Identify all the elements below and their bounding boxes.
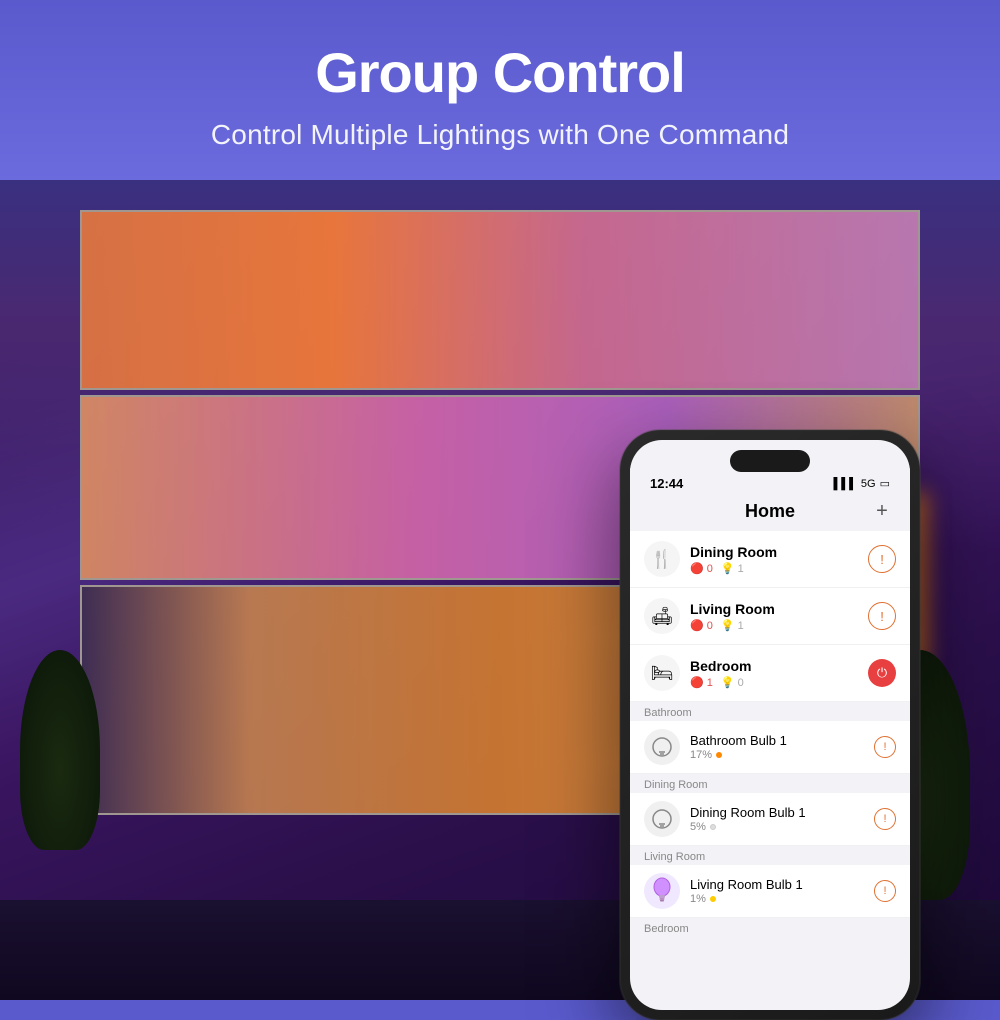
network-label: 5G bbox=[861, 478, 876, 490]
phone-outer: 12:44 ▌▌▌ 5G ▭ Home + bbox=[620, 430, 920, 1020]
bathroom-bulb-name: Bathroom Bulb 1 bbox=[690, 733, 874, 748]
phone-inner: 12:44 ▌▌▌ 5G ▭ Home + bbox=[630, 440, 910, 1010]
dining-info: Dining Room 🔴 0 💡 1 bbox=[690, 544, 868, 575]
bathroom-bulb-info: Bathroom Bulb 1 17% bbox=[690, 733, 874, 761]
battery-icon: ▭ bbox=[880, 477, 890, 490]
bathroom-dot bbox=[716, 752, 722, 758]
header-spacer bbox=[646, 499, 670, 523]
dynamic-island bbox=[730, 450, 810, 472]
bathroom-bulb-alert[interactable]: ! bbox=[874, 736, 896, 758]
living-pct: 1% bbox=[690, 893, 706, 905]
living-bulb-name: Living Room Bulb 1 bbox=[690, 877, 874, 892]
bulb-svg-2 bbox=[651, 808, 673, 830]
dining-dot bbox=[710, 824, 716, 830]
bedroom-name: Bedroom bbox=[690, 658, 868, 674]
floor-top bbox=[80, 210, 920, 390]
dining-bulb-alert[interactable]: ! bbox=[874, 808, 896, 830]
room-item-living[interactable]: 🛋 Living Room 🔴 0 💡 1 ! bbox=[630, 588, 910, 645]
living-info: Living Room 🔴 0 💡 1 bbox=[690, 601, 868, 632]
dining-bulb-status: 5% bbox=[690, 821, 874, 833]
section-dining-devices: Dining Room Dining Room Bulb 1 bbox=[630, 774, 910, 846]
bulb-svg bbox=[651, 736, 673, 758]
bedroom-info: Bedroom 🔴 1 💡 0 bbox=[690, 658, 868, 689]
living-alert[interactable]: ! bbox=[868, 602, 896, 630]
room-item-bedroom[interactable]: 🛏 Bedroom 🔴 1 💡 0 ⏻ bbox=[630, 645, 910, 702]
dining-bulb-name: Dining Room Bulb 1 bbox=[690, 805, 874, 820]
bathroom-pct: 17% bbox=[690, 749, 712, 761]
section-bathroom: Bathroom Bathroom Bulb 1 bbox=[630, 702, 910, 774]
dining-icon: 🍴 bbox=[644, 541, 680, 577]
dining-online: 💡 1 bbox=[721, 562, 744, 575]
bathroom-bulb-status: 17% bbox=[690, 749, 874, 761]
dining-bulb-icon bbox=[644, 801, 680, 837]
dining-name: Dining Room bbox=[690, 544, 868, 560]
living-dot bbox=[710, 896, 716, 902]
phone-wrapper: 12:44 ▌▌▌ 5G ▭ Home + bbox=[620, 430, 920, 1020]
main-title: Group Control bbox=[20, 40, 980, 105]
hero-container: Group Control Control Multiple Lightings… bbox=[0, 0, 1000, 1000]
living-bulb-status: 1% bbox=[690, 893, 874, 905]
living-device-label: Living Room bbox=[630, 846, 910, 865]
living-offline: 🔴 0 bbox=[690, 619, 713, 632]
bedroom-power[interactable]: ⏻ bbox=[868, 659, 896, 687]
section-living-devices: Living Room Livi bbox=[630, 846, 910, 918]
room-item-dining[interactable]: 🍴 Dining Room 🔴 0 💡 1 ! bbox=[630, 531, 910, 588]
tree-left bbox=[20, 650, 100, 850]
living-bulb-icon bbox=[644, 873, 680, 909]
dining-offline: 🔴 0 bbox=[690, 562, 713, 575]
device-living-bulb1[interactable]: Living Room Bulb 1 1% ! bbox=[630, 865, 910, 918]
app-header-title: Home bbox=[670, 501, 870, 522]
status-time: 12:44 bbox=[650, 476, 683, 491]
bedroom-device-label: Bedroom bbox=[630, 918, 910, 937]
bathroom-bulb-icon bbox=[644, 729, 680, 765]
status-icons: ▌▌▌ 5G ▭ bbox=[834, 477, 890, 490]
living-devices: 🔴 0 💡 1 bbox=[690, 619, 868, 632]
living-online: 💡 1 bbox=[721, 619, 744, 632]
app-header: Home + bbox=[630, 495, 910, 531]
app-scroll: 🍴 Dining Room 🔴 0 💡 1 ! bbox=[630, 531, 910, 1010]
section-bedroom-devices: Bedroom bbox=[630, 918, 910, 937]
rooms-section: 🍴 Dining Room 🔴 0 💡 1 ! bbox=[630, 531, 910, 702]
bathroom-label: Bathroom bbox=[630, 702, 910, 721]
signal-icon: ▌▌▌ bbox=[834, 478, 857, 490]
device-dining-bulb1[interactable]: Dining Room Bulb 1 5% ! bbox=[630, 793, 910, 846]
dining-device-label: Dining Room bbox=[630, 774, 910, 793]
status-bar: 12:44 ▌▌▌ 5G ▭ bbox=[630, 468, 910, 495]
header-section: Group Control Control Multiple Lightings… bbox=[0, 0, 1000, 171]
bulb-svg-3 bbox=[651, 877, 673, 905]
dining-pct: 5% bbox=[690, 821, 706, 833]
living-bulb-alert[interactable]: ! bbox=[874, 880, 896, 902]
dining-devices: 🔴 0 💡 1 bbox=[690, 562, 868, 575]
dining-bulb-info: Dining Room Bulb 1 5% bbox=[690, 805, 874, 833]
dining-alert[interactable]: ! bbox=[868, 545, 896, 573]
bedroom-devices: 🔴 1 💡 0 bbox=[690, 676, 868, 689]
bedroom-icon: 🛏 bbox=[644, 655, 680, 691]
bedroom-offline: 🔴 1 bbox=[690, 676, 713, 689]
living-icon: 🛋 bbox=[644, 598, 680, 634]
bedroom-online: 💡 0 bbox=[721, 676, 744, 689]
living-bulb-info: Living Room Bulb 1 1% bbox=[690, 877, 874, 905]
add-button[interactable]: + bbox=[870, 499, 894, 523]
living-name: Living Room bbox=[690, 601, 868, 617]
sub-title: Control Multiple Lightings with One Comm… bbox=[20, 119, 980, 151]
device-bathroom-bulb1[interactable]: Bathroom Bulb 1 17% ! bbox=[630, 721, 910, 774]
